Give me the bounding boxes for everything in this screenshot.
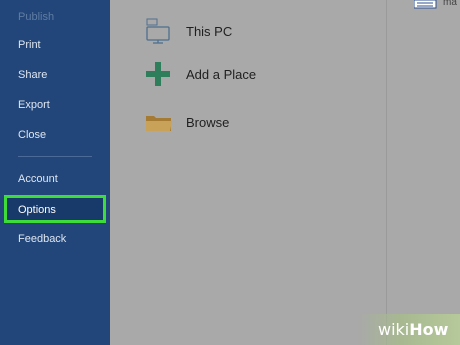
main-panel <box>110 0 460 345</box>
sidebar-item-options-label: Options <box>18 204 56 216</box>
sidebar-item-close[interactable]: Close <box>18 128 46 142</box>
panel-divider <box>386 0 387 345</box>
sidebar-item-share[interactable]: Share <box>18 68 47 82</box>
sidebar-item-export[interactable]: Export <box>18 98 50 112</box>
watermark-suffix: How <box>409 320 449 339</box>
sidebar-divider <box>18 156 92 157</box>
location-this-pc[interactable]: This PC <box>144 18 344 44</box>
watermark-prefix: wiki <box>378 320 410 339</box>
sidebar-item-account[interactable]: Account <box>18 172 58 186</box>
location-label: Add a Place <box>186 67 257 82</box>
sidebar-item-feedback[interactable]: Feedback <box>18 232 66 246</box>
backstage-sidebar: Publish Print Share Export Close Account… <box>0 0 110 345</box>
location-label: Browse <box>186 115 230 130</box>
sidebar-item-options[interactable]: Options <box>4 195 106 223</box>
wikihow-watermark: wikiHow <box>358 314 460 345</box>
location-label: This PC <box>186 24 233 39</box>
computer-icon <box>146 18 170 44</box>
document-icon <box>414 0 437 9</box>
watermark-text: wikiHow <box>378 320 448 339</box>
recent-file-label[interactable]: ma <box>443 0 457 8</box>
location-add-a-place[interactable]: Add a Place <box>144 61 344 87</box>
location-browse[interactable]: Browse <box>144 109 344 135</box>
sidebar-item-print[interactable]: Print <box>18 38 41 52</box>
sidebar-item-publish[interactable]: Publish <box>18 10 54 24</box>
folder-icon <box>146 116 172 131</box>
plus-icon <box>146 62 170 86</box>
